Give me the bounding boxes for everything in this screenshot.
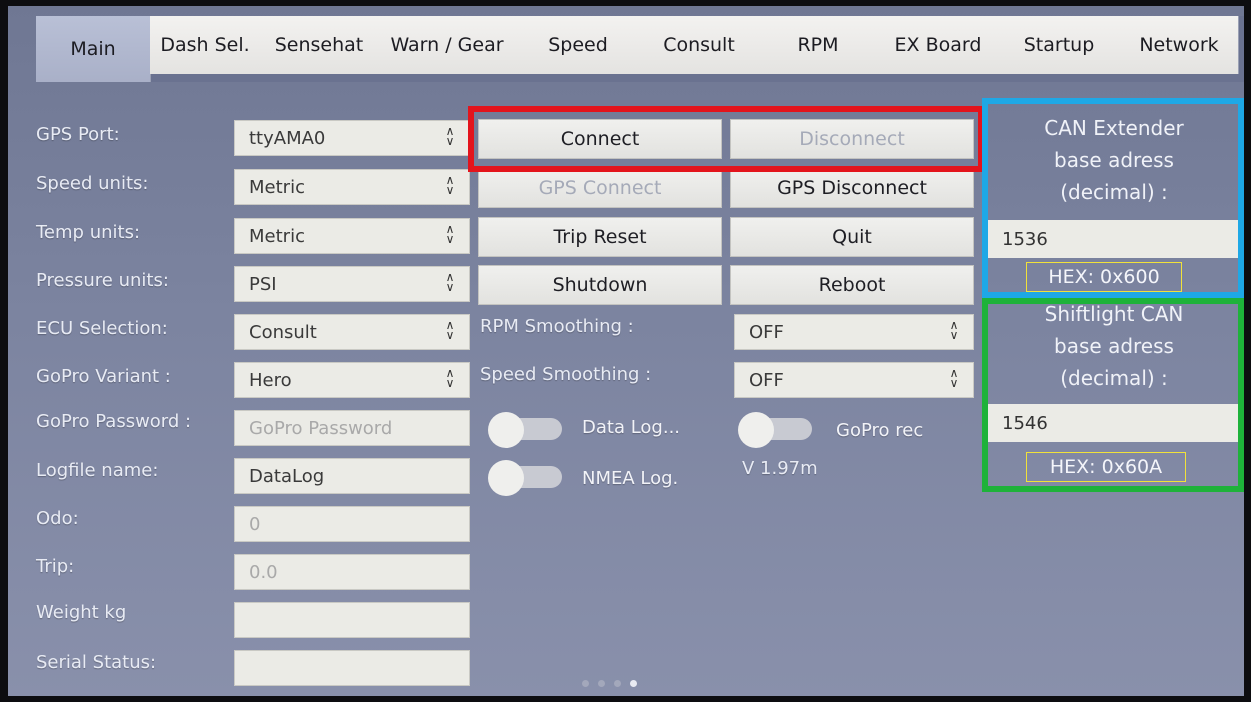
gopro-variant-value: Hero <box>249 369 292 391</box>
speed-units-select[interactable]: Metric ∧ ∨ <box>234 169 470 205</box>
weight-label: Weight kg <box>36 602 127 623</box>
tab-consult[interactable]: Consult <box>640 16 759 74</box>
page-indicator <box>582 680 637 687</box>
updown-arrows-icon: ∧ ∨ <box>445 366 455 390</box>
shutdown-button[interactable]: Shutdown <box>478 265 722 305</box>
page-dot-active[interactable] <box>630 680 637 687</box>
tab-startup[interactable]: Startup <box>998 16 1121 74</box>
trip-input[interactable]: 0.0 <box>234 554 470 590</box>
gps-port-label: GPS Port: <box>36 124 120 145</box>
toggle-knob <box>488 412 524 448</box>
gopro-rec-toggle[interactable] <box>738 412 812 448</box>
tab-ex-board[interactable]: EX Board <box>878 16 999 74</box>
updown-arrows-icon: ∧ ∨ <box>949 366 959 390</box>
ecu-selection-label: ECU Selection: <box>36 318 168 339</box>
updown-arrows-icon: ∧ ∨ <box>445 270 455 294</box>
serial-status-field <box>234 650 470 686</box>
app-screen: Main Dash Sel. Sensehat Warn / Gear Spee… <box>8 6 1244 696</box>
ecu-selection-value: Consult <box>249 321 317 343</box>
serial-status-label: Serial Status: <box>36 652 157 673</box>
page-dot[interactable] <box>582 680 589 687</box>
pressure-units-select[interactable]: PSI ∧ ∨ <box>234 266 470 302</box>
tab-network[interactable]: Network <box>1120 16 1239 74</box>
temp-units-select[interactable]: Metric ∧ ∨ <box>234 218 470 254</box>
gps-disconnect-button[interactable]: GPS Disconnect <box>730 168 974 208</box>
odo-label: Odo: <box>36 508 79 529</box>
gps-port-value: ttyAMA0 <box>249 127 326 149</box>
toggle-knob <box>488 460 524 496</box>
data-log-toggle[interactable] <box>488 412 562 448</box>
speed-units-label: Speed units: <box>36 173 149 194</box>
tab-rpm[interactable]: RPM <box>758 16 879 74</box>
trip-label: Trip: <box>36 556 75 577</box>
logfile-name-label: Logfile name: <box>36 460 159 481</box>
ecu-selection-select[interactable]: Consult ∧ ∨ <box>234 314 470 350</box>
quit-button[interactable]: Quit <box>730 217 974 257</box>
updown-arrows-icon: ∧ ∨ <box>445 222 455 246</box>
rpm-smoothing-select[interactable]: OFF ∧ ∨ <box>734 314 974 350</box>
updown-arrows-icon: ∧ ∨ <box>445 124 455 148</box>
tab-main[interactable]: Main <box>36 16 151 82</box>
speed-smoothing-select[interactable]: OFF ∧ ∨ <box>734 362 974 398</box>
toggle-knob <box>738 412 774 448</box>
nmea-log-label: NMEA Log. <box>582 468 679 489</box>
updown-arrows-icon: ∧ ∨ <box>949 318 959 342</box>
temp-units-label: Temp units: <box>36 222 141 243</box>
nmea-log-toggle[interactable] <box>488 460 562 496</box>
highlight-can-extender <box>982 98 1244 298</box>
speed-units-value: Metric <box>249 176 305 198</box>
tab-dash-sel[interactable]: Dash Sel. <box>150 16 261 74</box>
tab-sensehat[interactable]: Sensehat <box>260 16 379 74</box>
version-label: V 1.97m <box>742 458 818 479</box>
gopro-password-input[interactable]: GoPro Password <box>234 410 470 446</box>
page-dot[interactable] <box>614 680 621 687</box>
pressure-units-value: PSI <box>249 273 277 295</box>
page-dot[interactable] <box>598 680 605 687</box>
logfile-name-input[interactable]: DataLog <box>234 458 470 494</box>
odo-input[interactable]: 0 <box>234 506 470 542</box>
gopro-rec-label: GoPro rec <box>836 420 924 441</box>
speed-smoothing-label: Speed Smoothing : <box>480 364 652 385</box>
reboot-button[interactable]: Reboot <box>730 265 974 305</box>
updown-arrows-icon: ∧ ∨ <box>445 318 455 342</box>
tab-speed[interactable]: Speed <box>516 16 641 74</box>
highlight-shiftlight <box>982 298 1244 492</box>
gps-port-select[interactable]: ttyAMA0 ∧ ∨ <box>234 120 470 156</box>
gps-connect-button[interactable]: GPS Connect <box>478 168 722 208</box>
speed-smoothing-value: OFF <box>749 369 784 391</box>
gopro-variant-select[interactable]: Hero ∧ ∨ <box>234 362 470 398</box>
tab-bar: Main Dash Sel. Sensehat Warn / Gear Spee… <box>36 16 1244 82</box>
pressure-units-label: Pressure units: <box>36 270 169 291</box>
gopro-variant-label: GoPro Variant : <box>36 366 171 387</box>
weight-input[interactable] <box>234 602 470 638</box>
gopro-password-label: GoPro Password : <box>36 411 192 432</box>
tab-warn-gear[interactable]: Warn / Gear <box>378 16 517 74</box>
updown-arrows-icon: ∧ ∨ <box>445 173 455 197</box>
trip-reset-button[interactable]: Trip Reset <box>478 217 722 257</box>
data-log-label: Data Log... <box>582 417 681 438</box>
highlight-connect-group <box>468 106 984 172</box>
temp-units-value: Metric <box>249 225 305 247</box>
rpm-smoothing-value: OFF <box>749 321 784 343</box>
rpm-smoothing-label: RPM Smoothing : <box>480 316 634 337</box>
